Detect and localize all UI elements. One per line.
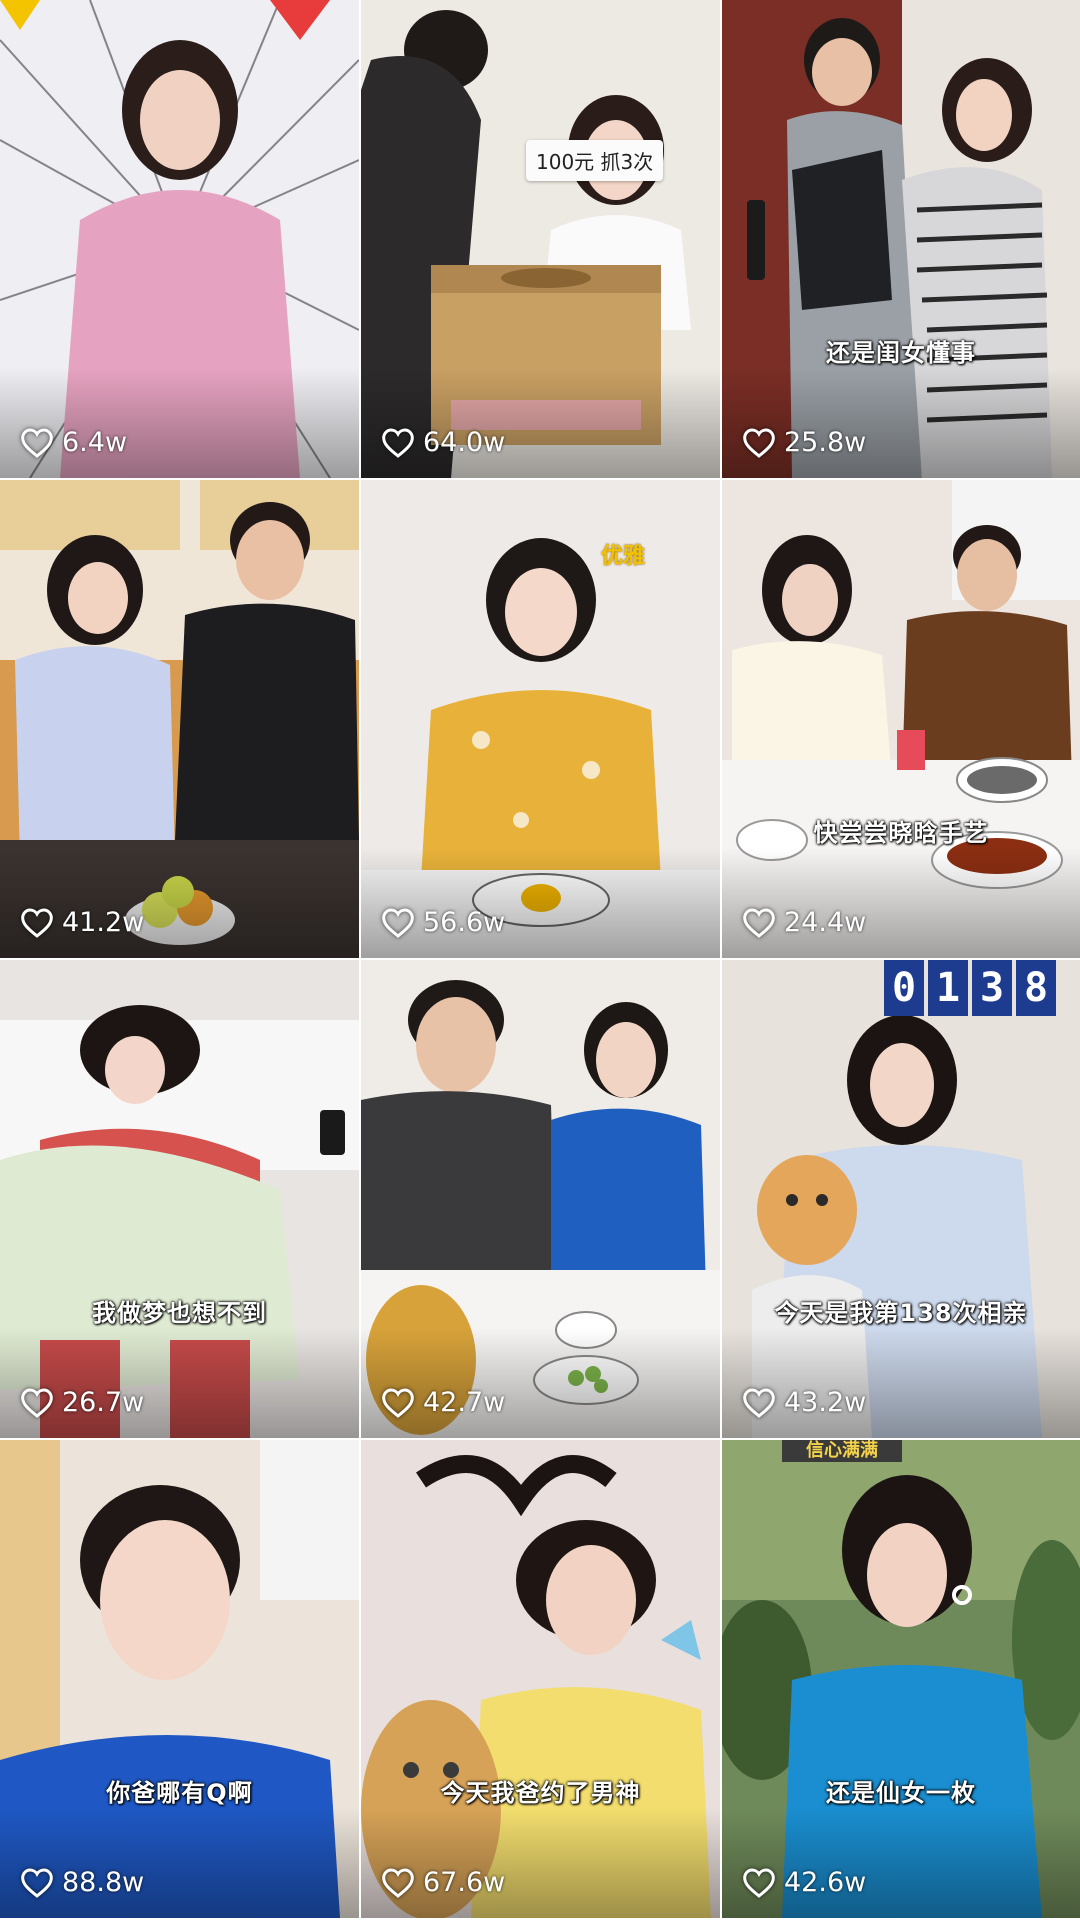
like-count-value: 88.8w (62, 1867, 145, 1898)
heart-outline-icon (21, 908, 53, 938)
video-tile[interactable]: 你爸哪有Q啊 88.8w (0, 1440, 359, 1918)
like-count: 24.4w (742, 907, 866, 938)
like-count: 26.7w (20, 1387, 144, 1418)
video-tile[interactable]: 41.2w (0, 480, 359, 958)
thumbnail-shade (722, 368, 1080, 478)
like-count: 64.0w (381, 427, 505, 458)
thumbnail-shade (361, 368, 720, 478)
like-count-value: 26.7w (62, 1387, 145, 1418)
video-tile[interactable]: 0 1 3 8 今天是我第138次相亲 43.2w (722, 960, 1080, 1438)
thumbnail-shade (722, 1328, 1080, 1438)
like-count-value: 24.4w (784, 907, 867, 938)
like-count: 41.2w (20, 907, 144, 938)
heart-outline-icon (743, 908, 775, 938)
video-tile[interactable]: 今天我爸约了男神 67.6w (361, 1440, 720, 1918)
thumbnail-shade (361, 1808, 720, 1918)
heart-outline-icon (21, 1868, 53, 1898)
like-count-value: 41.2w (62, 907, 145, 938)
scoreboard-digit: 8 (1016, 960, 1056, 1016)
like-count-value: 42.6w (784, 1867, 867, 1898)
video-tile[interactable]: 还是闺女懂事 25.8w (722, 0, 1080, 478)
heart-outline-icon (21, 1388, 53, 1418)
video-caption: 今天我爸约了男神 (440, 1779, 641, 1807)
video-caption: 还是闺女懂事 (826, 339, 976, 367)
video-grid: 6.4w 100元 抓3次 64.0w 还是闺女懂事 25.8w 41.2w 优… (0, 0, 1080, 1924)
video-tile[interactable]: 快尝尝晓晗手艺 24.4w (722, 480, 1080, 958)
video-tile[interactable]: 信心满满 还是仙女一枚 42.6w (722, 1440, 1080, 1918)
like-count: 88.8w (20, 1867, 144, 1898)
thumbnail-shade (361, 848, 720, 958)
video-sticker: 优雅 (601, 544, 646, 569)
handwritten-note: 100元 抓3次 (526, 140, 664, 181)
heart-outline-icon (21, 428, 53, 458)
scoreboard: 0 1 3 8 (884, 960, 1056, 1016)
video-caption: 今天是我第138次相亲 (774, 1299, 1028, 1327)
like-count: 43.2w (742, 1387, 866, 1418)
thumbnail-shade (0, 1328, 359, 1438)
scoreboard-digit: 0 (884, 960, 924, 1016)
thumbnail-shade (0, 848, 359, 958)
like-count-value: 64.0w (423, 427, 506, 458)
thumbnail-shade (0, 368, 359, 478)
like-count-value: 25.8w (784, 427, 867, 458)
like-count: 56.6w (381, 907, 505, 938)
heart-outline-icon (743, 1868, 775, 1898)
video-tile[interactable]: 我做梦也想不到 26.7w (0, 960, 359, 1438)
scoreboard-digit: 3 (972, 960, 1012, 1016)
heart-outline-icon (382, 1388, 414, 1418)
heart-outline-icon (382, 428, 414, 458)
heart-outline-icon (743, 1388, 775, 1418)
scoreboard-digit: 1 (928, 960, 968, 1016)
video-tile[interactable]: 优雅 56.6w (361, 480, 720, 958)
like-count: 42.6w (742, 1867, 866, 1898)
video-caption: 快尝尝晓晗手艺 (813, 819, 989, 847)
video-tile[interactable]: 100元 抓3次 64.0w (361, 0, 720, 478)
thumbnail-shade (722, 848, 1080, 958)
thumbnail-shade (361, 1328, 720, 1438)
like-count: 67.6w (381, 1867, 505, 1898)
like-count: 6.4w (20, 427, 127, 458)
video-caption: 我做梦也想不到 (92, 1299, 267, 1327)
video-tile[interactable]: 6.4w (0, 0, 359, 478)
heart-outline-icon (382, 1868, 414, 1898)
like-count-value: 42.7w (423, 1387, 506, 1418)
video-caption: 还是仙女一枚 (826, 1779, 976, 1807)
heart-outline-icon (382, 908, 414, 938)
video-caption: 你爸哪有Q啊 (106, 1779, 253, 1807)
heart-outline-icon (743, 428, 775, 458)
like-count-value: 6.4w (62, 427, 128, 458)
video-tile[interactable]: 42.7w (361, 960, 720, 1438)
like-count: 42.7w (381, 1387, 505, 1418)
like-count-value: 67.6w (423, 1867, 506, 1898)
thumbnail-shade (0, 1808, 359, 1918)
shop-sign: 信心满满 (782, 1440, 902, 1462)
thumbnail-shade (722, 1808, 1080, 1918)
like-count: 25.8w (742, 427, 866, 458)
like-count-value: 43.2w (784, 1387, 867, 1418)
like-count-value: 56.6w (423, 907, 506, 938)
